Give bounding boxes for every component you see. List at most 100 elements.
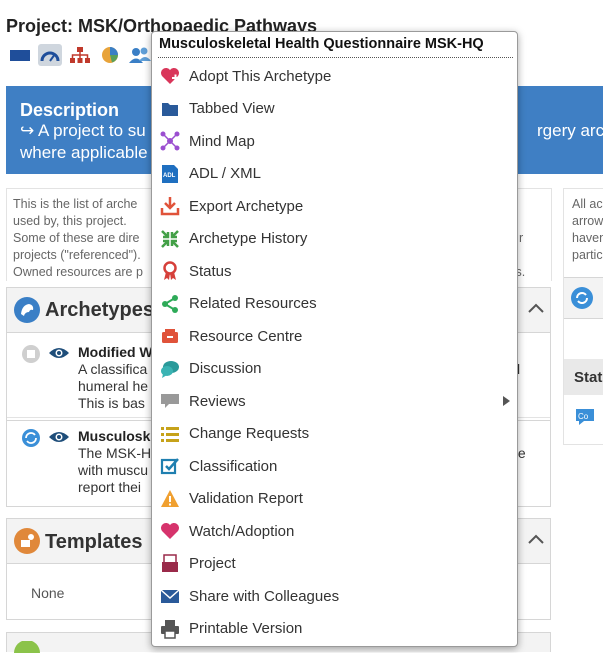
menu-item-label: Archetype History [189, 230, 308, 247]
activity-header [564, 277, 603, 319]
menu-item-printable[interactable]: Printable Version [152, 614, 517, 644]
chevron-up-icon[interactable] [526, 299, 546, 319]
pie-chart-icon [102, 47, 118, 63]
info-line: used by, this project. [13, 214, 127, 228]
menu-item-adopt[interactable]: Adopt This Archetype [152, 61, 517, 91]
users-icon [129, 47, 151, 63]
chat-icon [161, 360, 179, 378]
table-icon [10, 50, 30, 61]
menu-item-label: Change Requests [189, 425, 310, 442]
status-header: Stat [564, 359, 603, 395]
menu-divider [158, 57, 513, 58]
archetype-desc: report thei [78, 479, 142, 495]
menu-item-label: Export Archetype [189, 197, 304, 215]
menu-item-label: Share with Colleagues [189, 587, 340, 605]
activity-text: partic [572, 248, 603, 262]
menu-item-adl-xml[interactable]: ADL ADL / XML [152, 159, 517, 189]
menu-item-label: Validation Report [189, 490, 303, 507]
archetype-icon [14, 297, 40, 323]
menu-item-label: Status [189, 262, 232, 280]
heart-icon [161, 523, 179, 539]
users-button[interactable] [128, 44, 152, 66]
template-icon [14, 528, 40, 554]
menu-item-label: Classification [189, 457, 278, 475]
download-icon [160, 197, 180, 216]
eye-icon[interactable] [48, 345, 70, 361]
menu-item-mind-map[interactable]: Mind Map [152, 126, 517, 156]
menu-item-project[interactable]: Project [152, 549, 517, 579]
info-line: Some of these are dire [13, 231, 140, 245]
share-icon [162, 294, 178, 313]
refresh-icon[interactable] [570, 286, 594, 310]
menu-item-label: Adopt This Archetype [189, 67, 332, 85]
info-line: This is the list of arche [13, 197, 138, 211]
menu-item-reviews[interactable]: Reviews [152, 386, 517, 416]
panel-icon [14, 641, 40, 653]
menu-item-label: Printable Version [189, 620, 303, 637]
archetypes-title: Archetypes [45, 299, 154, 321]
menu-item-label: Reviews [189, 392, 246, 410]
comment-icon: Co [576, 409, 594, 425]
menu-item-label: Project [189, 555, 236, 572]
templates-empty-text: None [31, 585, 65, 601]
org-chart-button[interactable] [68, 44, 92, 66]
envelope-icon [160, 589, 180, 603]
description-line-2: where applicable [20, 143, 148, 162]
menu-item-share[interactable]: Share with Colleagues [152, 581, 517, 611]
status-published-icon [22, 429, 40, 447]
status-draft-icon [22, 345, 40, 363]
menu-item-validation[interactable]: Validation Report [152, 484, 517, 514]
menu-item-discussion[interactable]: Discussion [152, 354, 517, 384]
menu-item-change-requests[interactable]: Change Requests [152, 419, 517, 449]
menu-item-related[interactable]: Related Resources [152, 289, 517, 319]
menu-item-status[interactable]: Status [152, 256, 517, 286]
templates-title: Templates [45, 531, 143, 553]
gauge-icon [40, 51, 60, 62]
mind-map-icon [160, 131, 180, 151]
info-line: projects ("referenced"). [13, 248, 141, 262]
printer-icon [161, 619, 179, 639]
menu-item-export[interactable]: Export Archetype [152, 191, 517, 221]
chevron-up-icon[interactable] [526, 530, 546, 550]
adl-icon: ADL [162, 164, 178, 183]
menu-item-resource-centre[interactable]: Resource Centre [152, 321, 517, 351]
history-icon [161, 229, 179, 248]
org-chart-icon [70, 47, 90, 63]
resource-centre-icon [162, 329, 178, 343]
menu-item-label: Resource Centre [189, 327, 303, 345]
menu-title: Musculoskeletal Health Questionnaire MSK… [159, 36, 484, 52]
archetype-context-menu: Musculoskeletal Health Questionnaire MSK… [151, 31, 518, 647]
svg-text:Co: Co [578, 412, 589, 421]
archetype-desc: humeral he [78, 378, 149, 394]
list-icon [161, 426, 179, 442]
activity-text: haven [572, 231, 603, 245]
gauge-view-button[interactable] [38, 44, 62, 66]
warning-icon [161, 489, 179, 507]
info-line: Owned resources are p [13, 265, 143, 279]
activity-column: All ac arrow haven partic Stat Co [563, 188, 603, 445]
project-icon [162, 553, 178, 572]
status-column-label: Stat [574, 369, 603, 386]
archetype-desc: with muscu [78, 462, 149, 478]
archetype-desc: The MSK-H [78, 445, 152, 461]
archetype-title[interactable]: Modified W [78, 344, 153, 360]
archetype-desc: This is bas [78, 395, 145, 411]
pie-chart-button[interactable] [98, 44, 122, 66]
menu-item-history[interactable]: Archetype History [152, 224, 517, 254]
archetype-desc: A classifica [78, 361, 148, 377]
menu-item-watch[interactable]: Watch/Adoption [152, 516, 517, 546]
ribbon-icon [163, 261, 177, 280]
menu-item-classification[interactable]: Classification [152, 451, 517, 481]
archetype-title[interactable]: Musculosk [78, 428, 150, 444]
description-right-fragment: rgery arche [537, 121, 603, 140]
table-view-button[interactable] [8, 44, 32, 66]
heart-plus-icon [161, 68, 179, 84]
menu-item-label: Related Resources [189, 295, 317, 312]
info-right-fragment: r [519, 231, 524, 245]
activity-text: All ac [572, 197, 603, 211]
menu-item-label: Discussion [189, 360, 262, 377]
eye-icon[interactable] [48, 429, 70, 445]
menu-item-tabbed-view[interactable]: Tabbed View [152, 94, 517, 124]
svg-text:ADL: ADL [163, 173, 176, 179]
menu-item-label: Tabbed View [189, 100, 275, 117]
